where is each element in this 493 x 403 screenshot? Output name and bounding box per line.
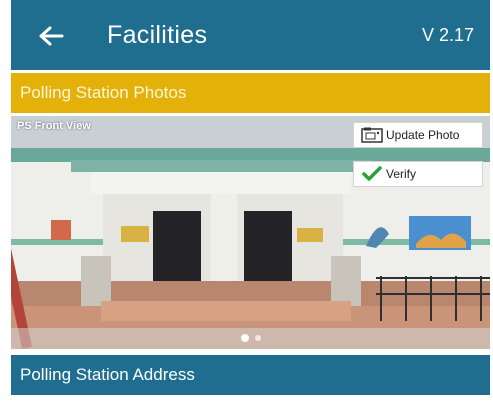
page-title: Facilities [107,21,208,49]
app-bar: Facilities V 2.17 [11,0,490,70]
section-title: Polling Station Address [20,365,195,384]
polling-station-photo [11,116,490,349]
version-label: V 2.17 [421,25,474,45]
check-icon [358,166,386,182]
carousel-dot-active[interactable] [240,334,249,342]
verify-button[interactable]: Verify [353,161,483,187]
update-photo-button[interactable]: Update Photo [353,122,483,148]
polling-station-photos-header[interactable]: Polling Station Photos [11,73,490,113]
carousel-dot[interactable] [254,335,261,341]
arrow-left-icon [39,26,64,46]
photo-carousel[interactable]: PS Front View Update Photo Verify [11,116,490,349]
carousel-indicator [11,334,490,342]
photo-caption: PS Front View [17,120,91,132]
back-button[interactable] [31,18,71,54]
update-photo-label: Update Photo [386,128,460,142]
section-title: Polling Station Photos [20,83,187,102]
camera-photo-icon [358,127,386,143]
verify-label: Verify [386,167,417,181]
polling-station-address-header[interactable]: Polling Station Address [11,355,490,395]
